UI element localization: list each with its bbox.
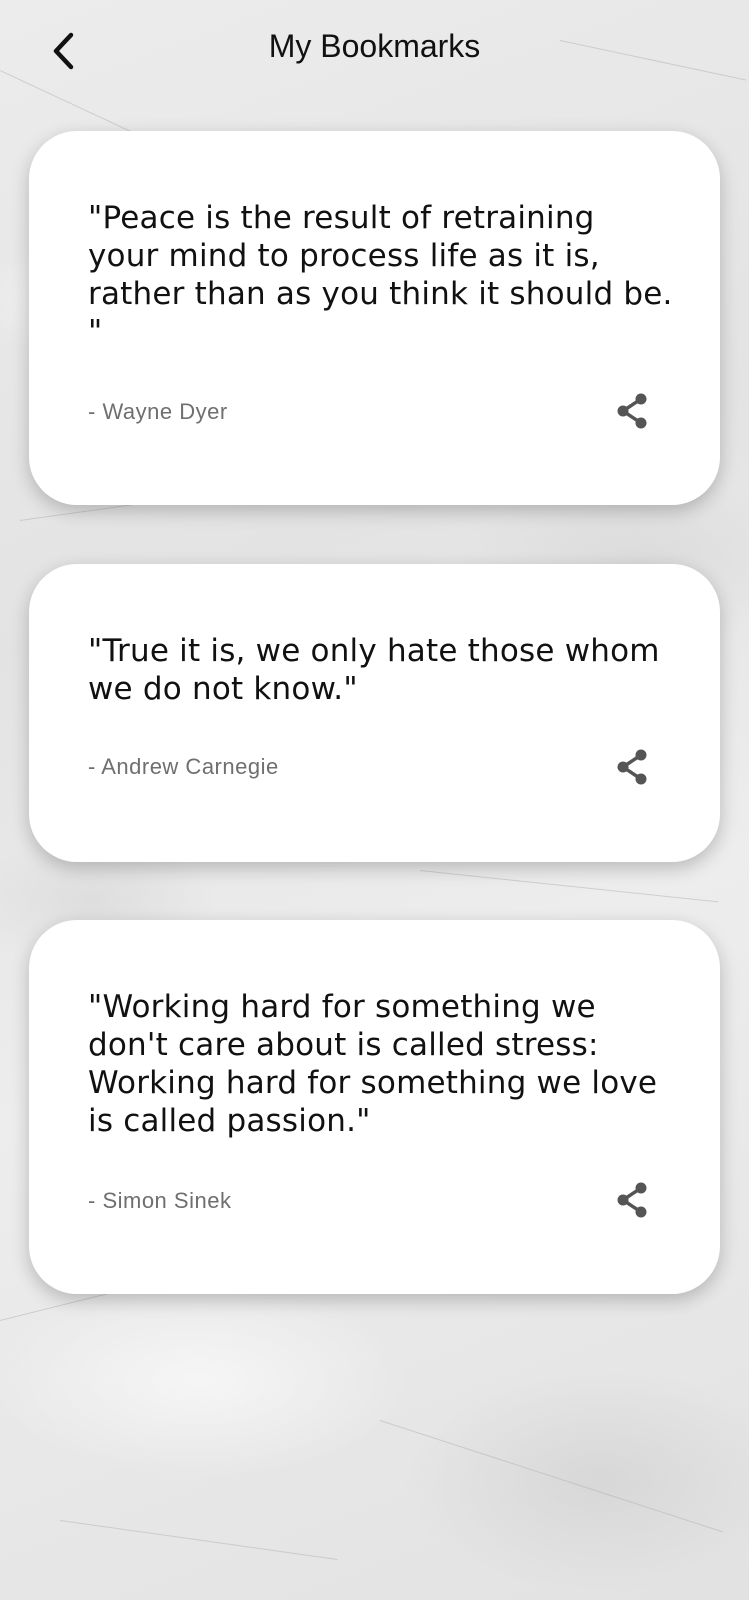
paper-texture <box>59 1520 338 1560</box>
page-title: My Bookmarks <box>268 28 481 64</box>
quote-author: - Simon Sinek <box>88 1188 232 1213</box>
share-button[interactable] <box>606 385 658 437</box>
paper-texture <box>379 1420 723 1533</box>
bookmark-card: "True it is, we only hate those whom we … <box>29 564 720 862</box>
bookmark-card: "Peace is the result of retraining your … <box>29 131 720 505</box>
bookmark-card: "Working hard for something we don't car… <box>29 920 720 1294</box>
quote-text: "True it is, we only hate those whom we … <box>88 633 660 707</box>
quote-text: "Peace is the result of retraining your … <box>88 200 673 350</box>
share-icon <box>617 1182 647 1218</box>
quote-text: "Working hard for something we don't car… <box>88 989 658 1139</box>
share-button[interactable] <box>606 741 658 793</box>
app-header: My Bookmarks <box>0 0 749 100</box>
paper-texture <box>419 870 719 903</box>
quote-author: - Andrew Carnegie <box>88 754 279 779</box>
share-icon <box>617 749 647 785</box>
share-button[interactable] <box>606 1174 658 1226</box>
share-icon <box>617 393 647 429</box>
quote-author: - Wayne Dyer <box>88 399 228 424</box>
